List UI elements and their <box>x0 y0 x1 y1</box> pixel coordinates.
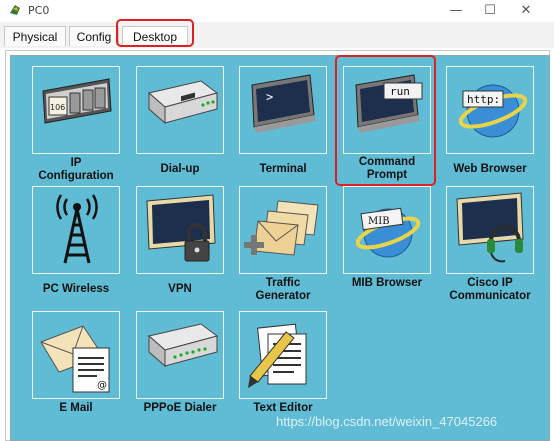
app-label: Terminal <box>259 163 307 175</box>
app-tile: > <box>239 66 327 154</box>
app-label: Traffic Generator <box>255 277 311 302</box>
terminal-icon: > <box>251 74 316 133</box>
app-label: Cisco IP Communicator <box>449 277 531 302</box>
email-icon: @ <box>40 325 110 393</box>
app-label: PC Wireless <box>42 283 110 295</box>
app-tile <box>136 66 224 154</box>
app-tile: run <box>343 66 431 154</box>
app-tile: MIB <box>343 186 431 274</box>
title-bar: PC0 — ☐ ✕ <box>0 0 554 22</box>
app-tile <box>32 186 120 274</box>
web-browser-icon: http: <box>458 84 528 138</box>
close-button[interactable]: ✕ <box>516 2 536 20</box>
app-tile <box>136 311 224 399</box>
app-tile <box>446 186 534 274</box>
tab-physical[interactable]: Physical <box>4 26 66 46</box>
app-label: PPPoE Dialer <box>143 402 217 414</box>
desktop-panel: 106 IP Configuration Dial-up > Terminal … <box>10 55 550 441</box>
app-label: Command Prompt <box>358 156 416 181</box>
app-tile: 106 <box>32 66 120 154</box>
mib-browser-icon: MIB <box>355 207 421 258</box>
tab-bar: Physical Config Desktop <box>0 22 554 48</box>
app-tile <box>239 311 327 399</box>
pppoe-dialer-icon <box>147 323 219 368</box>
minimize-button[interactable]: — <box>446 2 466 20</box>
command-prompt-icon: run <box>355 74 423 133</box>
run-text: run <box>390 85 410 98</box>
tab-config[interactable]: Config <box>69 26 119 46</box>
app-label: IP Configuration <box>38 157 114 182</box>
packet-tracer-app-icon <box>10 5 20 15</box>
app-label: MIB Browser <box>351 277 423 289</box>
traffic-generator-icon <box>244 200 319 256</box>
maximize-button[interactable]: ☐ <box>480 2 500 20</box>
text-editor-icon <box>248 323 307 388</box>
http-text: http: <box>467 93 500 106</box>
wireless-tower-icon <box>56 194 98 264</box>
vpn-lock-icon <box>146 194 216 262</box>
watermark-text: https://blog.csdn.net/weixin_47045266 <box>276 414 498 429</box>
app-label: VPN <box>168 283 192 295</box>
ip-communicator-icon <box>456 192 524 263</box>
modem-icon <box>147 80 219 125</box>
app-tile <box>239 186 327 274</box>
ip-digits-text: 106 <box>50 103 65 112</box>
app-tile: http: <box>446 66 534 154</box>
app-label: E Mail <box>59 402 93 414</box>
ip-config-icon: 106 <box>42 78 112 124</box>
app-tile: @ <box>32 311 120 399</box>
app-tile <box>136 186 224 274</box>
window-title: PC0 <box>28 4 50 17</box>
tab-desktop[interactable]: Desktop <box>122 26 188 46</box>
app-label: Dial-up <box>160 163 200 175</box>
svg-text:@: @ <box>97 380 107 391</box>
app-label: Web Browser <box>453 163 527 175</box>
terminal-prompt-text: > <box>266 90 273 104</box>
mib-text: MIB <box>368 216 390 227</box>
